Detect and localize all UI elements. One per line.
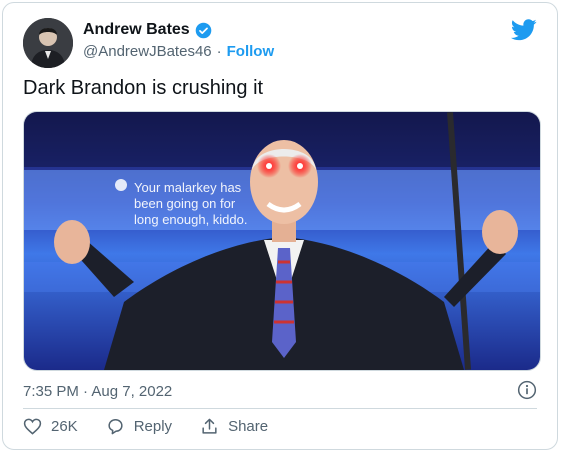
image-caption: Your malarkey has been going on for long… — [134, 180, 274, 228]
avatar-image — [23, 18, 73, 68]
reply-bubble-icon — [108, 419, 123, 435]
verified-badge-icon — [195, 22, 211, 38]
info-icon[interactable] — [517, 380, 537, 400]
handle-row: @AndrewJBates46 · Follow — [83, 43, 274, 60]
handle-separator: · — [216, 43, 222, 60]
follow-button[interactable]: Follow — [227, 43, 275, 60]
tweet-card: Andrew Bates @AndrewJBates46 · Follow Da… — [2, 2, 558, 450]
author-name-row: Andrew Bates — [83, 21, 212, 39]
image-caption-line-2: been going on for — [134, 196, 236, 211]
reply-button[interactable]: Reply — [106, 417, 172, 436]
share-label: Share — [228, 418, 269, 435]
image-caption-line-3: long enough, kiddo. — [134, 212, 248, 227]
tweet-text: Dark Brandon is crushing it — [23, 77, 264, 99]
display-name[interactable]: Andrew Bates — [83, 21, 190, 39]
share-icon — [202, 418, 217, 434]
like-button[interactable]: 26K — [23, 417, 78, 436]
avatar[interactable] — [23, 18, 73, 68]
divider — [23, 408, 537, 409]
tweet-image[interactable]: Your malarkey has been going on for long… — [23, 111, 541, 371]
share-button[interactable]: Share — [200, 417, 268, 436]
image-caption-line-1: Your malarkey has — [134, 180, 242, 195]
like-count: 26K — [51, 418, 78, 435]
reply-label: Reply — [133, 418, 173, 435]
author-handle[interactable]: @AndrewJBates46 — [83, 43, 212, 60]
tweet-timestamp[interactable]: 7:35 PM · Aug 7, 2022 — [23, 383, 172, 400]
twitter-bird-icon[interactable] — [511, 19, 537, 41]
heart-icon — [23, 418, 42, 435]
tweet-actions: 26K Reply Share — [23, 417, 268, 436]
tweet-image-graphic — [24, 112, 540, 370]
